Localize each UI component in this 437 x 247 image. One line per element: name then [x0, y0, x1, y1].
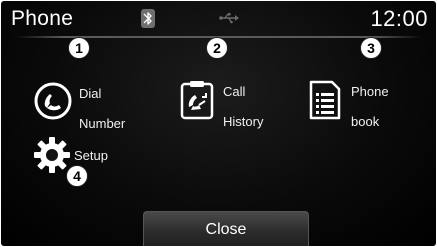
- phonebook-button[interactable]: Phone book: [305, 69, 389, 129]
- callout-2: 2: [206, 37, 228, 59]
- phonebook-label-line2: book: [351, 114, 380, 129]
- setup-label: Setup: [74, 147, 108, 163]
- usb-icon: [219, 11, 239, 29]
- dial-number-label-line1: Dial: [79, 86, 102, 101]
- phone-menu-screen: Phone 12:00 1 2 3 4 Dial Number Call His…: [1, 1, 436, 246]
- phone-handset-icon: [33, 81, 73, 121]
- close-button[interactable]: Close: [143, 211, 309, 246]
- callout-3: 3: [360, 37, 382, 59]
- clock: 12:00: [370, 6, 428, 31]
- gear-icon: [32, 135, 72, 175]
- call-history-label-line2: History: [223, 114, 264, 129]
- dial-number-label-line2: Number: [79, 116, 126, 131]
- status-bar: Phone 12:00: [1, 1, 436, 35]
- setup-button[interactable]: Setup: [32, 135, 108, 175]
- dial-number-button[interactable]: Dial Number: [33, 71, 125, 131]
- phonebook-label-line1: Phone: [351, 84, 389, 99]
- call-history-icon: [177, 79, 217, 120]
- page-title: Phone: [11, 7, 74, 30]
- phonebook-icon: [305, 79, 345, 120]
- callout-1: 1: [68, 37, 90, 59]
- call-history-button[interactable]: Call History: [177, 69, 263, 129]
- bluetooth-icon: [141, 9, 155, 28]
- call-history-label-line1: Call: [223, 84, 246, 99]
